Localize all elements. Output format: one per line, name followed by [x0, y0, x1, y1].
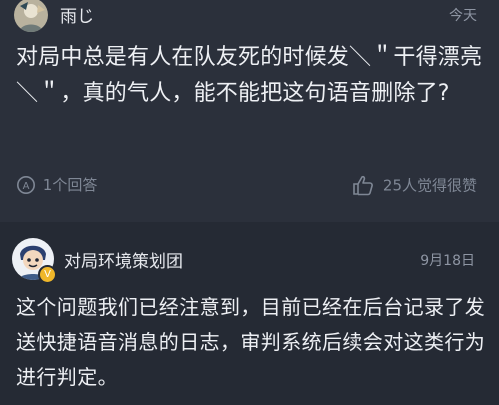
question-card: 雨じ 今天 对局中总是有人在队友死的时候发＼＂干得漂亮＼＂，真的气人，能不能把这…	[0, 0, 499, 222]
answer-time: 9月18日	[420, 253, 475, 269]
answer-count[interactable]: A 1个回答	[16, 174, 97, 196]
likes-label: 25人觉得很赞	[382, 176, 477, 195]
answer-text: 这个问题我们已经注意到，目前已经在后台记录了发送快捷语音消息的日志，审判系统后续…	[16, 295, 486, 389]
answer-username[interactable]: 对局环境策划团	[64, 247, 183, 272]
qa-screen: 雨じ 今天 对局中总是有人在队友死的时候发＼＂干得漂亮＼＂，真的气人，能不能把这…	[0, 0, 499, 405]
answer-icon: A	[16, 175, 36, 195]
question-time: 今天	[449, 8, 477, 24]
like-button[interactable]: 25人觉得很赞	[352, 174, 477, 196]
user-avatar-icon	[14, 0, 48, 32]
question-text: 对局中总是有人在队友死的时候发＼＂干得漂亮＼＂，真的气人，能不能把这句语音删除了…	[16, 45, 483, 106]
question-user-avatar[interactable]	[14, 0, 48, 32]
answer-count-label: 1个回答	[42, 176, 98, 194]
thumbs-up-icon	[352, 174, 374, 196]
verified-badge: V	[38, 265, 57, 284]
question-username[interactable]: 雨じ	[60, 2, 94, 27]
answer-card: V 对局环境策划团 9月18日 这个问题我们已经注意到，目前已经在后台记录了发送…	[0, 222, 499, 405]
svg-text:A: A	[23, 181, 30, 192]
